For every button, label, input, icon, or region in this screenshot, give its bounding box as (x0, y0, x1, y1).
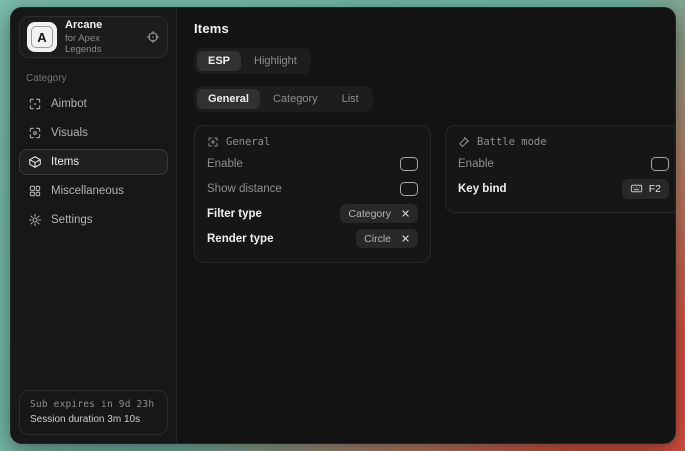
sidebar-item-visuals[interactable]: Visuals (19, 120, 168, 146)
sidebar-item-miscellaneous[interactable]: Miscellaneous (19, 178, 168, 204)
subscription-info-box: Sub expires in 9d 23h Session duration 3… (19, 390, 168, 435)
tab-highlight[interactable]: Highlight (243, 51, 308, 71)
key-bind-button[interactable]: F2 (622, 179, 669, 199)
mode-tab-group: ESP Highlight (194, 48, 311, 74)
battle-mode-panel-header: Battle mode (458, 136, 669, 148)
panels-row: General Enable Show distance Filter type… (194, 125, 676, 263)
main-content: Items ESP Highlight General Category Lis… (177, 8, 676, 443)
sidebar-item-aimbot[interactable]: Aimbot (19, 91, 168, 117)
viewfinder-icon (207, 136, 219, 148)
app-window: A Arcane for Apex Legends Category (10, 7, 676, 444)
page-title: Items (194, 21, 676, 36)
app-subtitle: for Apex Legends (65, 33, 138, 55)
show-distance-row: Show distance (207, 176, 418, 201)
sidebar-item-label: Miscellaneous (51, 185, 124, 197)
general-panel-header: General (207, 136, 418, 148)
render-type-row: Render type Circle (207, 226, 418, 251)
app-name: Arcane (65, 19, 138, 31)
tab-esp[interactable]: ESP (197, 51, 241, 71)
crosshair-scan-icon (28, 97, 42, 111)
panel-title: Battle mode (477, 136, 547, 148)
brand-card: A Arcane for Apex Legends (19, 16, 168, 58)
gear-icon (28, 213, 42, 227)
category-section-label: Category (26, 73, 161, 84)
enable-label: Enable (207, 158, 243, 170)
view-tab-row: General Category List (194, 86, 676, 112)
sidebar-item-label: Visuals (51, 127, 88, 139)
battle-mode-panel: Battle mode Enable Key bind F2 (445, 125, 676, 213)
sidebar-item-items[interactable]: Items (19, 149, 168, 175)
sidebar-item-label: Settings (51, 214, 93, 226)
sidebar: A Arcane for Apex Legends Category (11, 8, 177, 443)
render-type-value: Circle (364, 233, 391, 245)
grid-icon (28, 184, 42, 198)
show-distance-checkbox[interactable] (400, 182, 418, 196)
filter-type-label: Filter type (207, 208, 262, 220)
sidebar-item-label: Aimbot (51, 98, 87, 110)
render-type-select[interactable]: Circle (356, 229, 418, 248)
filter-type-row: Filter type Category (207, 201, 418, 226)
general-panel: General Enable Show distance Filter type… (194, 125, 431, 263)
sword-icon (458, 136, 470, 148)
show-distance-label: Show distance (207, 183, 282, 195)
enable-checkbox[interactable] (400, 157, 418, 171)
brand-text: Arcane for Apex Legends (65, 19, 138, 55)
clear-icon[interactable] (401, 209, 410, 218)
package-box-icon (28, 155, 42, 169)
tab-list[interactable]: List (331, 89, 370, 109)
panel-title: General (226, 136, 270, 148)
filter-type-value: Category (348, 208, 391, 220)
sidebar-nav: Aimbot Visuals Items (19, 91, 168, 233)
key-bind-row: Key bind F2 (458, 176, 669, 201)
sidebar-item-label: Items (51, 156, 79, 168)
clear-icon[interactable] (401, 234, 410, 243)
render-type-label: Render type (207, 233, 273, 245)
session-duration-text: Session duration 3m 10s (30, 414, 157, 425)
mode-tab-row: ESP Highlight (194, 48, 676, 74)
logo-letter: A (31, 26, 53, 48)
tab-general[interactable]: General (197, 89, 260, 109)
app-logo: A (27, 22, 57, 52)
sub-expires-text: Sub expires in 9d 23h (30, 399, 157, 410)
enable-row: Enable (207, 151, 418, 176)
sidebar-item-settings[interactable]: Settings (19, 207, 168, 233)
keyboard-icon (630, 182, 643, 195)
battle-enable-label: Enable (458, 158, 494, 170)
filter-type-select[interactable]: Category (340, 204, 418, 223)
key-bind-label: Key bind (458, 183, 507, 195)
view-tab-group: General Category List (194, 86, 373, 112)
battle-enable-checkbox[interactable] (651, 157, 669, 171)
battle-enable-row: Enable (458, 151, 669, 176)
key-bind-value: F2 (649, 183, 661, 195)
tab-category[interactable]: Category (262, 89, 329, 109)
eye-scan-icon (28, 126, 42, 140)
crosshair-icon[interactable] (146, 30, 160, 44)
